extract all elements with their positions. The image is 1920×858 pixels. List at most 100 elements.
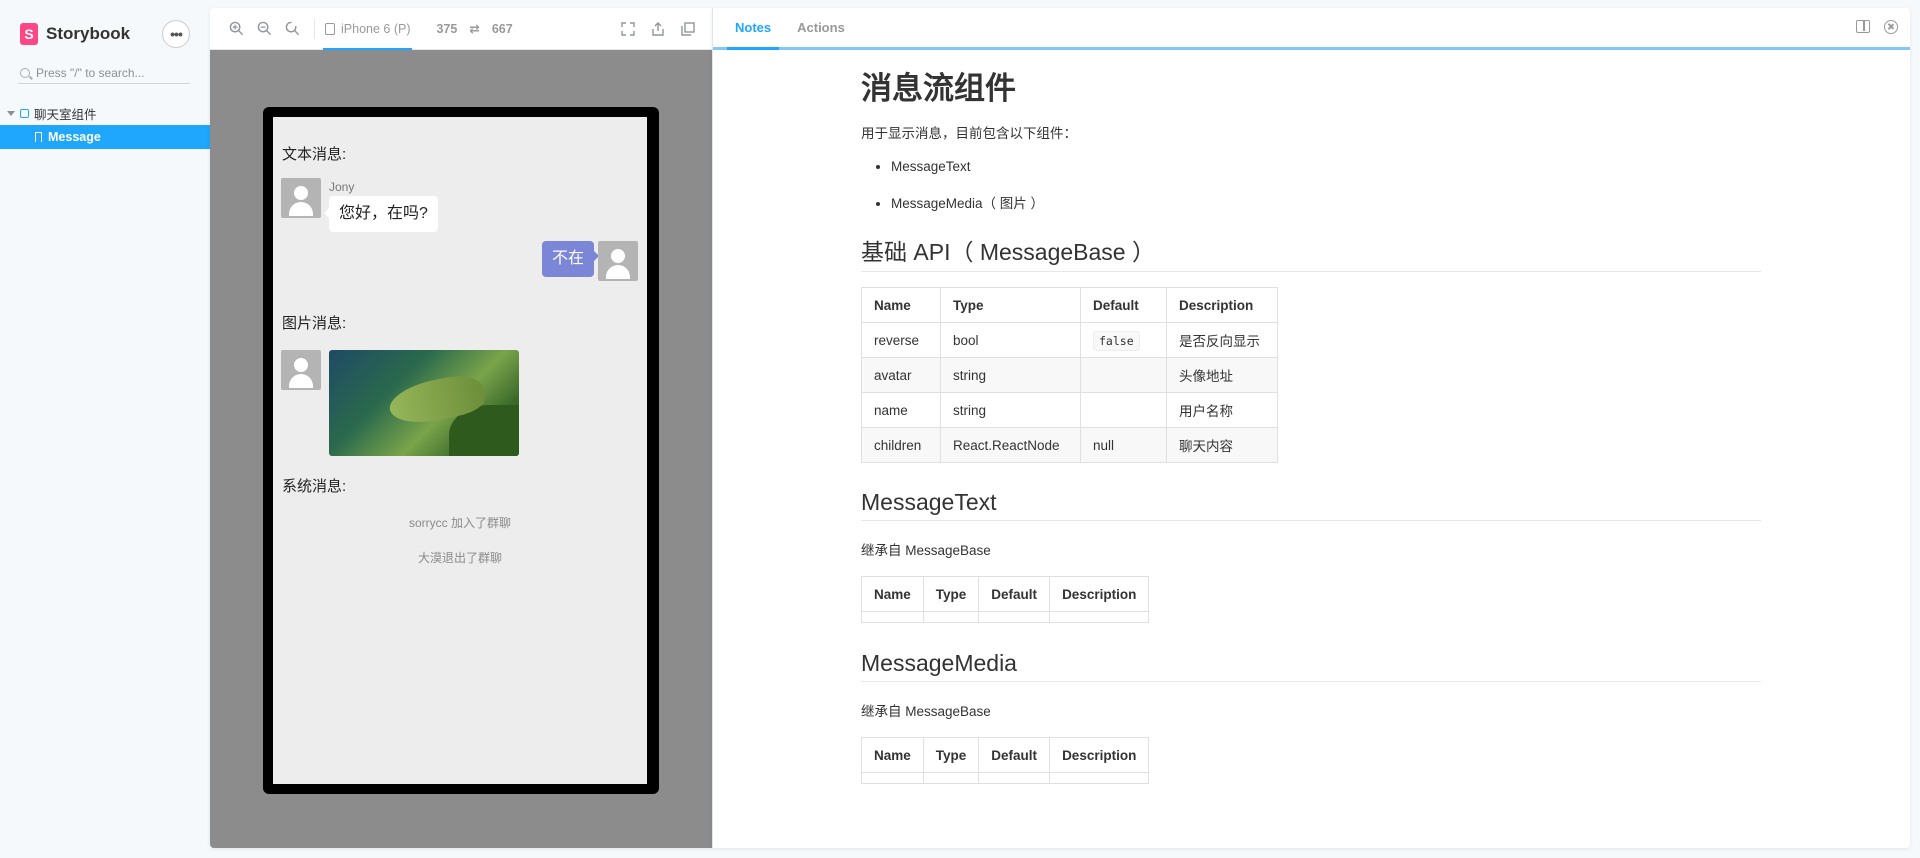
- search-box: [18, 62, 190, 84]
- addon-tools: [1856, 20, 1898, 34]
- fullscreen-icon[interactable]: [614, 15, 642, 43]
- list-item: MessageMedia（ 图片 ）: [891, 189, 1761, 219]
- storybook-logo-icon: S: [20, 23, 38, 45]
- cell-name: avatar: [861, 357, 941, 393]
- swap-dimensions-icon[interactable]: ⇄: [469, 21, 479, 36]
- outgoing-message-bubble: 不在: [542, 241, 600, 277]
- table-row: name string 用户名称: [861, 392, 1278, 428]
- cell-description: 头像地址: [1166, 357, 1278, 393]
- brand-name: Storybook: [46, 24, 131, 43]
- sidebar-item-label: Message: [48, 130, 101, 144]
- message-media-table: Name Type Default Description: [861, 737, 1150, 784]
- search-input[interactable]: [36, 65, 181, 80]
- table-header-row: Name Type Default Description: [861, 737, 1150, 773]
- cell-type: string: [940, 357, 1081, 393]
- col-description: Description: [1049, 576, 1150, 612]
- col-name: Name: [861, 737, 924, 773]
- base-api-table: Name Type Default Description reverse bo…: [861, 287, 1278, 463]
- col-default: Default: [978, 737, 1051, 773]
- col-default: Default: [1080, 287, 1167, 323]
- col-type: Type: [940, 287, 1081, 323]
- message-text-inherit: 继承自 MessageBase: [861, 543, 991, 558]
- share-icon[interactable]: [644, 15, 672, 43]
- avatar: [281, 178, 321, 218]
- sender-name: Jony: [329, 180, 355, 194]
- cell-type: React.ReactNode: [940, 427, 1081, 463]
- device-label: iPhone 6 (P): [341, 21, 411, 36]
- cell-type: string: [940, 392, 1081, 428]
- message-text-table: Name Type Default Description: [861, 576, 1150, 623]
- more-menu-button[interactable]: •••: [162, 20, 190, 48]
- table-row: children React.ReactNode null 聊天内容: [861, 427, 1278, 463]
- tab-notes[interactable]: Notes: [727, 8, 780, 50]
- col-name: Name: [861, 576, 924, 612]
- table-row: [861, 772, 1150, 784]
- sidebar-group-label: 聊天室组件: [34, 107, 97, 122]
- cell-default: false: [1080, 322, 1167, 358]
- message-text-heading: MessageText: [861, 489, 1761, 521]
- notes-document: 消息流组件 用于显示消息，目前包含以下组件： MessageText Messa…: [861, 63, 1761, 784]
- col-type: Type: [922, 737, 980, 773]
- system-message: 大漠退出了群聊: [417, 551, 502, 565]
- panel-orientation-icon[interactable]: [1856, 20, 1870, 33]
- avatar: [281, 350, 321, 390]
- table-row: [861, 611, 1150, 623]
- table-header-row: Name Type Default Description: [861, 287, 1278, 323]
- col-description: Description: [1049, 737, 1150, 773]
- copy-link-icon[interactable]: [674, 15, 702, 43]
- device-selector[interactable]: iPhone 6 (P): [323, 9, 413, 51]
- message-media-heading: MessageMedia: [861, 650, 1761, 682]
- component-icon: [20, 108, 29, 118]
- doc-title: 消息流组件: [861, 71, 1016, 106]
- brand[interactable]: S Storybook: [20, 23, 130, 45]
- avatar: [598, 241, 638, 281]
- device-frame: 文本消息: Jony 您好，在吗? 不在 图片消息: 系统消息: sorrycc…: [263, 107, 659, 794]
- zoom-in-icon[interactable]: [222, 15, 250, 43]
- toolbar-divider: [314, 18, 315, 39]
- cell-description: 用户名称: [1166, 392, 1278, 428]
- cell-description: 是否反向显示: [1166, 322, 1278, 358]
- device-icon: [325, 22, 335, 35]
- doc-intro: 用于显示消息，目前包含以下组件：: [861, 126, 1077, 141]
- message-media-inherit: 继承自 MessageBase: [861, 704, 991, 719]
- search-icon: [20, 67, 30, 78]
- code-default: false: [1093, 330, 1140, 351]
- sidebar: S Storybook ••• 聊天室组件 Message: [0, 0, 210, 858]
- table-row: avatar string 头像地址: [861, 357, 1278, 393]
- bookmark-icon: [35, 132, 42, 142]
- device-screen: 文本消息: Jony 您好，在吗? 不在 图片消息: 系统消息: sorrycc…: [273, 117, 647, 784]
- sidebar-group-chatroom[interactable]: 聊天室组件: [0, 103, 210, 123]
- col-description: Description: [1166, 287, 1278, 323]
- tab-actions[interactable]: Actions: [789, 8, 853, 47]
- viewport-dimensions: 375 ⇄ 667: [436, 21, 513, 37]
- cell-name: reverse: [861, 322, 941, 358]
- base-api-heading: 基础 API（ MessageBase ）: [861, 233, 1761, 272]
- preview-panel: iPhone 6 (P) 375 ⇄ 667 文本消息: Jony 您好，在吗?…: [210, 8, 712, 848]
- system-message: sorrycc 加入了群聊: [408, 516, 511, 530]
- col-name: Name: [861, 287, 941, 323]
- col-type: Type: [922, 576, 980, 612]
- table-row: reverse bool false 是否反向显示: [861, 322, 1278, 358]
- image-message-section-label: 图片消息:: [282, 315, 347, 332]
- image-message: [329, 350, 519, 456]
- incoming-message-bubble: 您好，在吗?: [324, 196, 438, 232]
- caret-down-icon: [7, 110, 15, 116]
- zoom-reset-icon[interactable]: [278, 15, 306, 43]
- cell-name: name: [861, 392, 941, 428]
- viewport-width[interactable]: 375: [436, 22, 457, 36]
- close-panel-icon[interactable]: [1884, 20, 1898, 34]
- preview-canvas: 文本消息: Jony 您好，在吗? 不在 图片消息: 系统消息: sorrycc…: [210, 50, 712, 848]
- text-message-section-label: 文本消息:: [282, 146, 347, 163]
- addon-tabs: Notes Actions: [713, 8, 1910, 50]
- system-message-section-label: 系统消息:: [282, 478, 347, 495]
- zoom-out-icon[interactable]: [250, 15, 278, 43]
- sidebar-item-message[interactable]: Message: [0, 125, 210, 149]
- list-item: MessageText: [891, 152, 1761, 182]
- cell-default: null: [1080, 427, 1167, 463]
- viewport-height[interactable]: 667: [492, 22, 513, 36]
- col-default: Default: [978, 576, 1051, 612]
- cell-default: [1080, 357, 1167, 393]
- cell-name: children: [861, 427, 941, 463]
- cell-description: 聊天内容: [1166, 427, 1278, 463]
- cell-type: bool: [940, 322, 1081, 358]
